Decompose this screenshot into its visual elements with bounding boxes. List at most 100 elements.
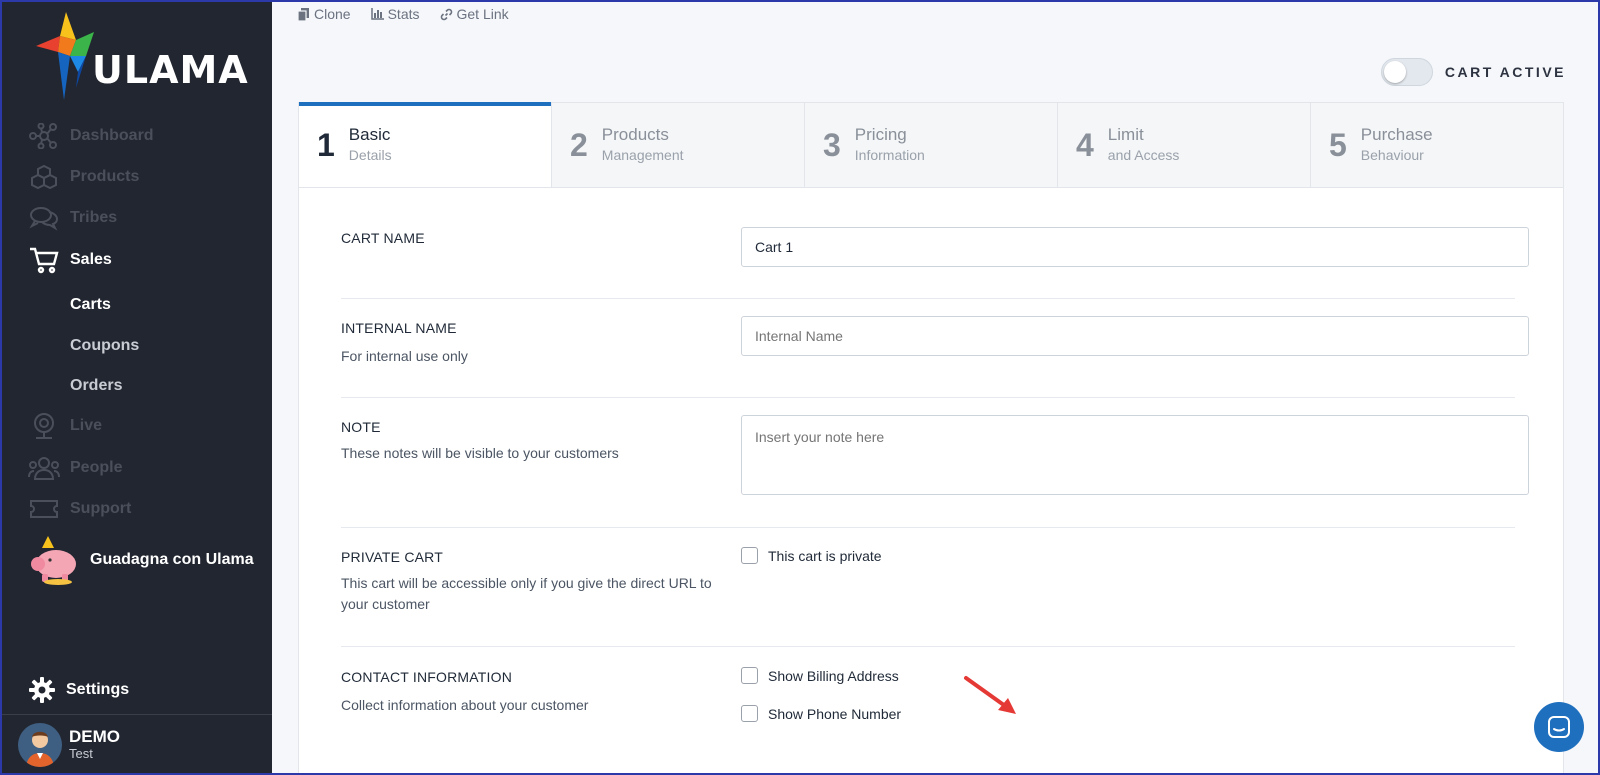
- sidebar-subitem-carts[interactable]: Carts: [70, 296, 111, 314]
- internal-name-input[interactable]: [741, 316, 1529, 356]
- step-subtitle: Details: [348, 147, 392, 163]
- divider: [341, 527, 1515, 528]
- note-textarea[interactable]: [741, 415, 1529, 495]
- webcam-icon: [28, 412, 60, 440]
- step-number: 3: [823, 126, 841, 163]
- cart-active-label: CART ACTIVE: [1444, 64, 1566, 80]
- sidebar-item-people[interactable]: People: [28, 452, 122, 484]
- sidebar-item-live[interactable]: Live: [28, 410, 102, 442]
- clone-label: Clone: [314, 6, 351, 22]
- step-number: 4: [1076, 126, 1094, 163]
- step-basic[interactable]: 1 Basic Details: [299, 102, 551, 187]
- private-cart-checkbox[interactable]: This cart is private: [741, 547, 882, 564]
- show-phone-number-label: Show Phone Number: [768, 705, 902, 722]
- brand-name: ULAMA: [92, 48, 249, 92]
- checkbox-box[interactable]: [741, 705, 758, 722]
- sidebar-item-label: Support: [70, 500, 132, 517]
- stats-label: Stats: [387, 6, 420, 22]
- sidebar-item-label: Products: [70, 168, 140, 185]
- avatar: [18, 723, 62, 767]
- sidebar-item-label: Live: [70, 417, 103, 434]
- cart-name-label: CART NAME: [341, 230, 425, 246]
- sidebar-item-support[interactable]: Support: [28, 493, 131, 525]
- checkbox-box[interactable]: [741, 667, 758, 684]
- sidebar-item-dashboard[interactable]: Dashboard: [28, 120, 154, 152]
- private-cart-desc: This cart will be accessible only if you…: [341, 575, 712, 612]
- sidebar-subitem-orders[interactable]: Orders: [70, 377, 122, 395]
- promo-label: Guadagna con Ulama: [90, 551, 254, 568]
- step-title: Products: [601, 125, 669, 144]
- divider: [341, 397, 1515, 398]
- sidebar-item-products[interactable]: Products: [28, 161, 139, 193]
- divider: [341, 298, 1515, 299]
- cart-icon: [28, 246, 60, 274]
- divider: [341, 646, 1515, 647]
- user-profile[interactable]: DEMO Test: [18, 723, 120, 767]
- cart-active-toggle[interactable]: [1380, 58, 1433, 86]
- step-title: Pricing: [854, 125, 907, 144]
- step-subtitle: Information: [854, 147, 925, 163]
- internal-name-desc: For internal use only: [341, 348, 468, 364]
- show-billing-address-checkbox[interactable]: Show Billing Address: [741, 667, 899, 684]
- step-number: 2: [570, 126, 588, 163]
- settings-label: Settings: [66, 681, 130, 698]
- chat-support-button[interactable]: [1534, 702, 1584, 752]
- step-purchase[interactable]: 5 Purchase Behaviour: [1310, 103, 1563, 187]
- chat-bubbles-icon: [28, 204, 60, 232]
- sidebar-item-sales[interactable]: Sales: [28, 244, 112, 276]
- piggy-bank-icon: [31, 536, 76, 585]
- private-cart-checkbox-label: This cart is private: [768, 547, 882, 564]
- step-number: 1: [317, 126, 335, 163]
- annotation-arrow-icon: [964, 676, 1016, 714]
- get-link-link[interactable]: Get Link: [440, 6, 509, 22]
- sidebar: ULAMA Dashboard Products Tribes Sales Ca…: [0, 0, 272, 775]
- bar-chart-icon: [370, 8, 384, 20]
- step-subtitle: Behaviour: [1360, 147, 1424, 163]
- main-content: Clone Stats Get Link CART ACTIVE 1 Basic…: [272, 0, 1600, 775]
- step-number: 5: [1329, 126, 1347, 163]
- sidebar-item-label: People: [70, 459, 123, 476]
- network-icon: [28, 122, 60, 150]
- step-subtitle: Management: [601, 147, 684, 163]
- people-icon: [28, 454, 60, 482]
- show-phone-number-checkbox[interactable]: Show Phone Number: [741, 705, 901, 722]
- toggle-knob: [1383, 61, 1406, 83]
- user-name: DEMO: [69, 727, 120, 746]
- copy-icon: [298, 7, 309, 21]
- sidebar-item-label: Dashboard: [70, 127, 154, 144]
- step-title: Purchase: [1360, 125, 1433, 144]
- cart-active-toggle-group: CART ACTIVE: [1380, 58, 1566, 86]
- note-label: NOTE: [341, 419, 381, 435]
- gear-icon: [29, 677, 55, 703]
- step-pricing[interactable]: 3 Pricing Information: [804, 103, 1057, 187]
- stats-link[interactable]: Stats: [370, 6, 420, 22]
- ticket-icon: [28, 495, 60, 523]
- link-icon: [440, 8, 452, 20]
- wizard-steps: 1 Basic Details 2 Products Management 3 Pr…: [299, 102, 1563, 188]
- chat-icon: [1548, 716, 1570, 738]
- sidebar-divider: [0, 714, 272, 715]
- private-cart-label: PRIVATE CART: [341, 549, 443, 565]
- sidebar-subitem-coupons[interactable]: Coupons: [70, 337, 139, 355]
- cart-name-input[interactable]: [741, 227, 1529, 267]
- step-limit[interactable]: 4 Limit and Access: [1057, 103, 1310, 187]
- promo-link[interactable]: Guadagna con Ulama: [28, 534, 254, 586]
- note-desc: These notes will be visible to your cust…: [341, 445, 619, 461]
- brand-logo[interactable]: ULAMA: [36, 10, 249, 102]
- user-role: Test: [69, 746, 93, 761]
- contact-info-label: CONTACT INFORMATION: [341, 669, 513, 685]
- clone-link[interactable]: Clone: [298, 6, 351, 22]
- sidebar-item-tribes[interactable]: Tribes: [28, 202, 117, 234]
- cubes-icon: [28, 163, 60, 191]
- sidebar-item-label: Sales: [70, 251, 112, 268]
- step-title: Basic: [348, 125, 391, 144]
- step-products[interactable]: 2 Products Management: [551, 103, 804, 187]
- get-link-label: Get Link: [456, 6, 509, 22]
- sidebar-item-settings[interactable]: Settings: [28, 676, 129, 704]
- checkbox-box[interactable]: [741, 547, 758, 564]
- sidebar-item-label: Tribes: [70, 209, 118, 226]
- show-billing-address-label: Show Billing Address: [768, 667, 899, 684]
- cart-editor-card: 1 Basic Details 2 Products Management 3 Pr…: [298, 102, 1564, 775]
- internal-name-label: INTERNAL NAME: [341, 320, 457, 336]
- cart-actions: Clone Stats Get Link: [298, 6, 509, 22]
